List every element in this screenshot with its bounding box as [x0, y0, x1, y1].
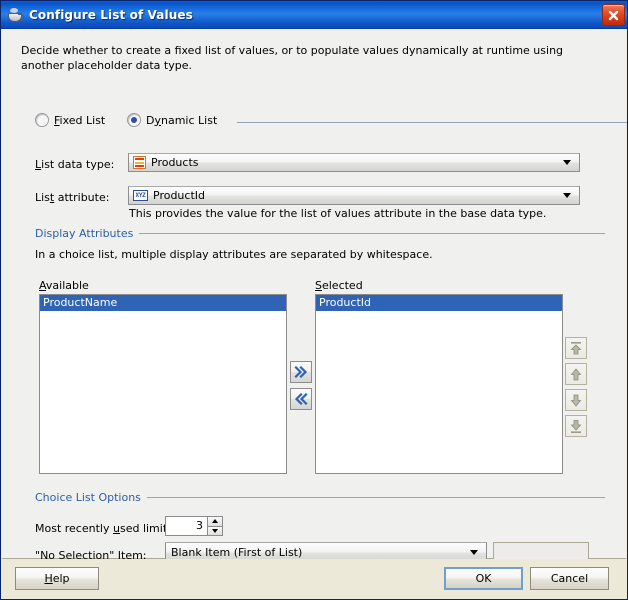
choice-list-options-section-title: Choice List Options: [35, 490, 141, 504]
table-icon: [133, 156, 146, 169]
display-attributes-section-header: Display Attributes: [35, 226, 605, 240]
radio-group-divider: [237, 122, 627, 123]
mru-limit-input[interactable]: 3: [165, 516, 207, 536]
title-bar: Configure List of Values: [1, 1, 627, 29]
arrow-up-icon: [570, 367, 582, 380]
help-button[interactable]: Help: [15, 567, 99, 590]
selected-list[interactable]: ProductId: [315, 294, 563, 474]
radio-fixed-list-dot: [35, 113, 49, 127]
dialog-footer: Help OK Cancel: [2, 559, 626, 599]
mru-limit-stepper[interactable]: 3: [165, 516, 223, 536]
mru-limit-increment-button[interactable]: [207, 516, 223, 527]
xyz-attribute-icon: XYZ: [133, 190, 148, 201]
dialog-window: Configure List of Values Decide whether …: [0, 0, 628, 600]
no-selection-item-value: Blank Item (First of List): [171, 546, 303, 559]
ok-button[interactable]: OK: [444, 567, 523, 590]
display-attributes-section-title: Display Attributes: [35, 226, 134, 240]
intro-text: Decide whether to create a fixed list of…: [21, 44, 564, 72]
double-chevron-right-icon: [294, 366, 308, 378]
available-list[interactable]: ProductName: [39, 294, 287, 474]
radio-fixed-list-label: Fixed List: [54, 113, 106, 127]
coffee-cup-icon: [6, 6, 24, 24]
double-chevron-left-icon: [294, 393, 308, 405]
list-item[interactable]: ProductId: [316, 295, 562, 311]
mru-limit-label: Most recently used limit:: [35, 522, 171, 535]
list-attribute-value: ProductId: [153, 189, 205, 202]
display-attributes-description: In a choice list, multiple display attri…: [35, 248, 433, 261]
choice-list-options-section-header: Choice List Options: [35, 490, 605, 504]
add-button[interactable]: [290, 361, 312, 383]
radio-dynamic-list[interactable]: Dynamic List: [127, 113, 217, 127]
move-to-top-button[interactable]: [565, 337, 587, 359]
move-to-bottom-button[interactable]: [565, 415, 587, 437]
chevron-down-icon: [559, 160, 575, 165]
list-data-type-label: List data type:: [35, 158, 115, 171]
remove-button[interactable]: [290, 388, 312, 410]
list-attribute-hint: This provides the value for the list of …: [129, 207, 547, 220]
list-data-type-value: Products: [151, 156, 199, 169]
close-icon[interactable]: [602, 4, 625, 26]
move-down-button[interactable]: [565, 389, 587, 411]
list-item[interactable]: ProductName: [40, 295, 286, 311]
chevron-down-icon: [466, 550, 482, 555]
available-list-label: Available: [39, 279, 89, 292]
mru-limit-decrement-button[interactable]: [207, 526, 223, 536]
section-divider: [139, 232, 605, 234]
list-data-type-combo[interactable]: Products: [128, 153, 580, 172]
selected-list-label: Selected: [315, 279, 363, 292]
window-title: Configure List of Values: [29, 7, 193, 22]
arrow-up-to-line-icon: [570, 341, 582, 354]
radio-fixed-list[interactable]: Fixed List: [35, 113, 105, 127]
list-mode-radio-group: Fixed List Dynamic List: [35, 113, 627, 133]
radio-dynamic-list-dot: [127, 113, 141, 127]
cancel-button[interactable]: Cancel: [530, 567, 609, 590]
arrow-down-to-line-icon: [570, 419, 582, 433]
arrow-down-icon: [570, 394, 582, 407]
chevron-down-icon: [559, 193, 575, 198]
dialog-content: Decide whether to create a fixed list of…: [2, 29, 627, 563]
move-up-button[interactable]: [565, 363, 587, 385]
section-divider: [146, 496, 605, 498]
radio-dynamic-list-label: Dynamic List: [146, 113, 218, 127]
help-button-label-rest: elp: [52, 572, 70, 585]
dialog-client-area: Decide whether to create a fixed list of…: [2, 29, 627, 563]
list-attribute-label: List attribute:: [35, 191, 110, 204]
list-attribute-combo[interactable]: XYZ ProductId: [128, 186, 580, 205]
